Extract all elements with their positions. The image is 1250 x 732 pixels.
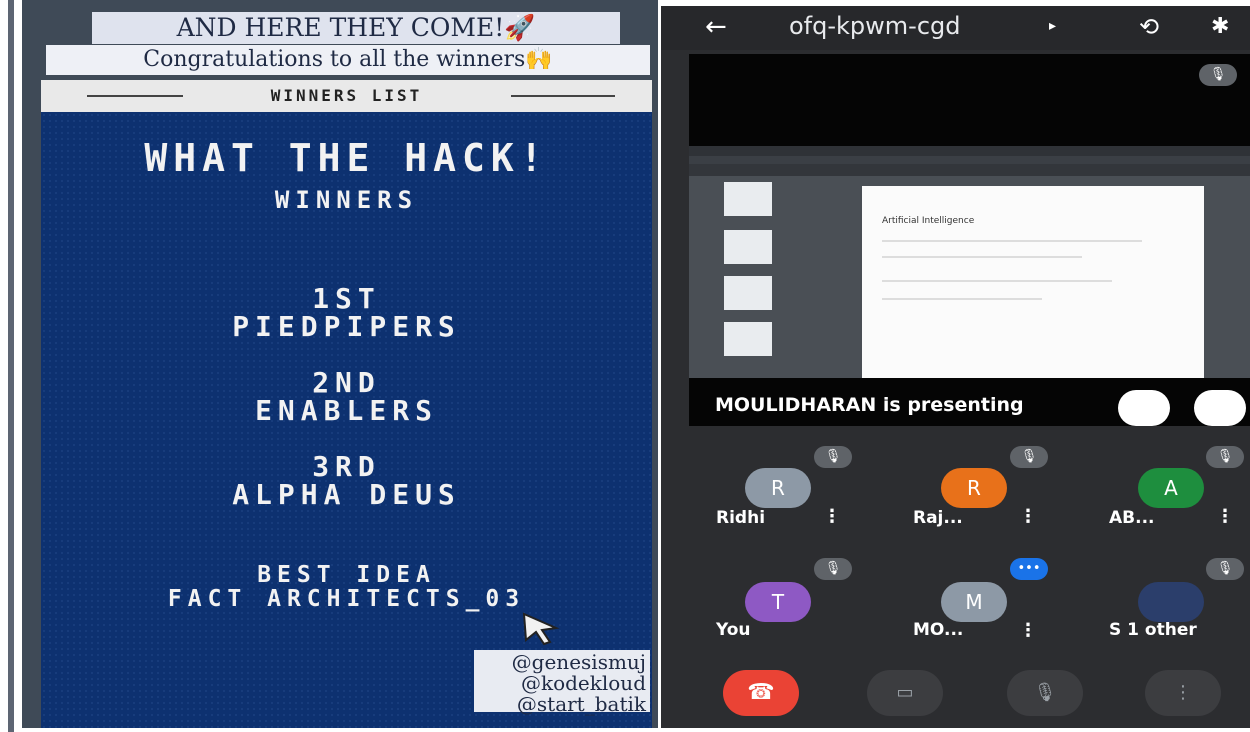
browser-toolbar	[689, 156, 1250, 164]
avatar: R	[941, 468, 1007, 508]
presenting-label: MOULIDHARAN is presenting	[715, 394, 1024, 416]
camera-toggle-button[interactable]: ▭	[867, 670, 943, 716]
doc-line	[882, 298, 1042, 300]
participant-name: Raj...	[913, 508, 963, 528]
second-place-team: ENABLERS	[255, 394, 438, 427]
mic-off-icon: 🎙	[1206, 446, 1244, 468]
mention-handle[interactable]: @kodekloud	[478, 673, 646, 694]
poster-subtitle: WINNERS	[274, 186, 419, 214]
mention-handle[interactable]: @genesismuj	[478, 652, 646, 673]
story-banner-title: AND HERE THEY COME!🚀	[92, 12, 620, 44]
fullscreen-button[interactable]	[1194, 390, 1246, 426]
winners-list-heading: WINNERS LIST	[270, 86, 423, 105]
participant-name: MO...	[913, 620, 964, 640]
mic-off-icon: 🎙	[1033, 682, 1057, 703]
switch-camera-icon[interactable]: ⟲	[1139, 13, 1159, 41]
first-place-team: PIEDPIPERS	[232, 310, 461, 343]
doc-line	[882, 280, 1112, 282]
cursor-icon	[522, 612, 560, 646]
avatar: T	[745, 582, 811, 622]
end-call-icon: ☎	[747, 680, 775, 705]
meet-top-bar: ← ofq-kpwm-cgd ▸ ⟲ ✱	[661, 6, 1250, 50]
participant-name: You	[716, 620, 751, 640]
mic-off-icon: 🎙	[1206, 558, 1244, 580]
bluetooth-icon[interactable]: ✱	[1211, 14, 1229, 39]
document-page: Artificial Intelligence	[862, 186, 1204, 378]
story-banner-subtitle: Congratulations to all the winners🙌	[46, 45, 650, 75]
more-icon[interactable]: ⋮	[1019, 506, 1037, 527]
best-idea-team: FACT ARCHITECTS_03	[167, 586, 526, 612]
avatar: A	[1138, 468, 1204, 508]
avatar: M	[941, 582, 1007, 622]
mention-handles: @genesismuj @kodekloud @start_batik	[474, 650, 650, 715]
mic-off-icon: 🎙	[814, 446, 852, 468]
pin-button[interactable]	[1118, 390, 1170, 426]
document-title: Artificial Intelligence	[882, 216, 975, 226]
mention-handle[interactable]: @start_batik	[478, 694, 646, 715]
poster-title: WHAT THE HACK!	[144, 136, 549, 180]
camera-off-icon: ▭	[896, 682, 914, 703]
winners-list-bar: WINNERS LIST	[41, 80, 652, 112]
more-options-button[interactable]: ⋮	[1145, 670, 1221, 716]
more-icon[interactable]: ⋮	[1216, 506, 1234, 527]
participant-name: AB...	[1109, 508, 1155, 528]
third-place-team: ALPHA DEUS	[232, 478, 461, 511]
more-icon: ⋮	[1174, 682, 1192, 703]
page-thumbnail	[724, 182, 772, 216]
page-thumbnail	[724, 230, 772, 264]
mic-off-icon: 🎙	[814, 558, 852, 580]
meet-panel: ← ofq-kpwm-cgd ▸ ⟲ ✱ 🎙 Artificial Intell…	[661, 6, 1250, 728]
more-icon[interactable]: ⋮	[1019, 620, 1037, 641]
mic-off-icon: 🎙	[1010, 446, 1048, 468]
page-thumbnail	[724, 276, 772, 310]
mic-off-icon: 🎙	[1199, 64, 1237, 86]
back-arrow-icon[interactable]: ←	[705, 12, 727, 42]
panel-edge	[8, 0, 14, 732]
end-call-button[interactable]: ☎	[723, 670, 799, 716]
browser-tabstrip	[689, 146, 1250, 156]
meeting-code[interactable]: ofq-kpwm-cgd	[789, 12, 961, 40]
mic-toggle-button[interactable]: 🎙	[1007, 670, 1083, 716]
presentation-tile[interactable]: 🎙 Artificial Intelligence MOULIDHARAN is…	[689, 54, 1250, 426]
participant-name: Ridhi	[716, 508, 766, 528]
page-thumbnail	[724, 322, 772, 356]
avatar-photo	[1138, 582, 1204, 622]
speaking-icon: •••	[1010, 558, 1048, 580]
avatar: R	[745, 468, 811, 508]
pdf-toolbar	[689, 164, 1250, 176]
expand-caret-icon[interactable]: ▸	[1049, 18, 1056, 34]
doc-line	[882, 256, 1082, 258]
best-idea-label: BEST IDEA	[257, 562, 436, 588]
participant-name: S 1 other	[1109, 620, 1197, 640]
more-icon[interactable]: ⋮	[823, 506, 841, 527]
doc-line	[882, 240, 1142, 242]
story-panel: AND HERE THEY COME!🚀 Congratulations to …	[8, 0, 658, 732]
